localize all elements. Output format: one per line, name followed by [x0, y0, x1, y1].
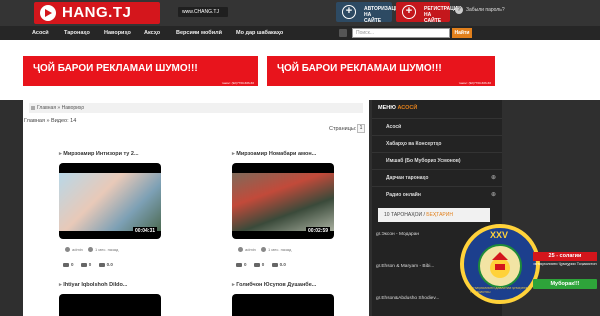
independence-emblem[interactable]: XXV ИСТИҚЛОЛИЯТИ ДАВЛАТИИ ҶУМҲУРИИ ТОҶИК… [460, 224, 540, 304]
coat-of-arms-icon [478, 244, 522, 288]
views-count: Главная » Видео: 14 [24, 118, 77, 124]
anniversary-title: 25 - солагии [533, 252, 597, 261]
video-thumbnail[interactable]: 00:04:31 [59, 163, 161, 239]
eye-icon [63, 262, 69, 267]
ad-band: ҶОЙ БАРОИ РЕКЛАМАИ ШУМО!!! тамос: (92)77… [0, 40, 600, 100]
sidebar-item-radio[interactable]: Радио онлайн ⊕ [372, 186, 502, 203]
nav-item-home[interactable]: Асосӣ [32, 26, 49, 40]
video-duration: 00:02:59 [305, 227, 330, 235]
video-title[interactable]: Мирзоамир Интизори ту 2... [59, 151, 138, 157]
search-button[interactable]: Найти [452, 28, 472, 38]
sidebar-item-label: Имшаб (Бо Мубориз Усмонов) [386, 158, 461, 164]
video-title[interactable]: Мирзоамир Номабари амон... [232, 151, 316, 157]
clock-icon [88, 247, 94, 253]
video-thumbnail[interactable]: 00:02:59 [232, 163, 334, 239]
sidebar-item-label: Дарчаи таронаҳо [386, 175, 429, 181]
register-button[interactable]: + РЕГИСТРАЦИЯ НА САЙТЕ [396, 2, 461, 24]
rating-value: 0.0 [279, 262, 286, 267]
comments-value: 0 [88, 262, 92, 267]
rating-icon [98, 262, 105, 267]
nav-item-photos[interactable]: Аксҳо [144, 26, 160, 40]
ad-contact: тамос: (92)7760-666-66 [458, 81, 491, 85]
sidebar-item-label: Радио онлайн [386, 192, 421, 198]
plus-icon: + [402, 5, 416, 19]
video-stats: 0 0 0.0 [236, 262, 292, 267]
nav-item-mobile[interactable]: Версияи мобилӣ [176, 26, 222, 40]
rss-icon[interactable] [339, 29, 347, 37]
sidebar-item-home[interactable]: Асосӣ [372, 118, 502, 135]
emblem-ring-text: ИСТИҚЛОЛИЯТИ ДАВЛАТИИ ҶУМҲУРИИ ТОҶИКИСТО… [470, 286, 529, 294]
views-value: 0 [71, 262, 74, 267]
video-date: 1 мес. назад [95, 247, 119, 252]
anniversary-congrats: Муборак!!! [533, 279, 597, 289]
video-meta: admin 1 мес. назад [238, 247, 292, 253]
plus-icon: + [342, 5, 356, 19]
video-duration: 00:04:31 [132, 227, 157, 235]
page-number[interactable]: 1 [357, 124, 365, 133]
eye-icon [236, 262, 242, 267]
logo-text: HANG.TJ [62, 4, 132, 21]
emblem-number: XXV [490, 230, 509, 240]
video-author[interactable]: admin [72, 247, 83, 252]
comments-value: 0 [261, 262, 265, 267]
ad-banner-left[interactable]: ҶОЙ БАРОИ РЕКЛАМАИ ШУМО!!! тамос: (92)77… [23, 56, 258, 86]
play-logo-icon [40, 5, 56, 21]
anniversary-badge[interactable]: 25 - солагии истиқлолияти Ҷумҳурии Тоҷик… [533, 252, 597, 298]
sidebar-item-news[interactable]: Хабарҳо ва Консертҳо [372, 135, 502, 152]
pagination-label: Страницы: [329, 126, 357, 132]
sidebar-item-song-window[interactable]: Дарчаи таронаҳо ⊕ [372, 169, 502, 186]
sidebar-menu-heading: МЕНЮ АСОСӢ [372, 102, 502, 114]
rating-icon [271, 262, 278, 267]
main-nav: Асосӣ Таронаҳо Навориҳо Аксҳо Версияи мо… [0, 26, 600, 40]
video-stats: 0 0 0.0 [63, 262, 119, 267]
ad-text: ҶОЙ БАРОИ РЕКЛАМАИ ШУМО!!! [33, 63, 198, 74]
video-author[interactable]: admin [245, 247, 256, 252]
nav-item-songs[interactable]: Таронаҳо [64, 26, 90, 40]
question-icon: ? [455, 6, 463, 14]
tab-top-songs[interactable]: 10 ТАРОНАҲОИ / БЕҲТАРИН [378, 208, 490, 222]
video-meta: admin 1 мес. назад [65, 247, 119, 253]
tab-prefix: 10 ТАРОНАҲОИ / [384, 212, 427, 218]
menu-highlight: АСОСӢ [397, 105, 418, 111]
site-logo[interactable]: HANG.TJ [34, 2, 160, 24]
rating-value: 0.0 [106, 262, 113, 267]
site-url-badge[interactable]: www.CHANG.TJ [178, 7, 228, 17]
video-title[interactable]: Голибчон Юсупов Душанбе... [232, 282, 316, 288]
breadcrumb: Главная » Навориҳо [29, 103, 363, 113]
nav-item-social[interactable]: Мо дар шабакаҳо [236, 26, 283, 40]
comment-icon [253, 262, 260, 267]
sidebar-item-tonight[interactable]: Имшаб (Бо Мубориз Усмонов) [372, 152, 502, 169]
user-icon [238, 247, 243, 253]
search-input[interactable]: Поиск... [352, 28, 450, 38]
home-icon[interactable] [31, 106, 35, 110]
menu-prefix: МЕНЮ [378, 105, 396, 111]
nav-item-videos[interactable]: Навориҳо [104, 26, 131, 40]
anniversary-subtitle: истиқлолияти Ҷумҳурии Тоҷикистон [533, 262, 597, 266]
ad-banner-right[interactable]: ҶОЙ БАРОИ РЕКЛАМАИ ШУМО!!! тамос: (92)77… [267, 56, 495, 86]
ad-contact: тамос: (92)7760-666-66 [221, 81, 254, 85]
login-button[interactable]: + АВТОРИЗАЦИЯ НА САЙТЕ [336, 2, 402, 24]
video-title[interactable]: Ihtiyar Iqbolshoh Dildo... [59, 282, 127, 288]
video-thumbnail[interactable] [59, 294, 161, 316]
breadcrumb-text[interactable]: Главная » Навориҳо [37, 105, 84, 111]
main-content: Главная » Навориҳо Главная » Видео: 14 С… [23, 100, 369, 316]
site-header: HANG.TJ www.CHANG.TJ + АВТОРИЗАЦИЯ НА СА… [0, 0, 600, 26]
video-preview-image [232, 173, 334, 231]
forgot-password-link[interactable]: Забыли пароль? [466, 7, 505, 13]
expand-icon[interactable]: ⊕ [491, 187, 496, 203]
views-value: 0 [244, 262, 247, 267]
clock-icon [261, 247, 267, 253]
ad-text: ҶОЙ БАРОИ РЕКЛАМАИ ШУМО!!! [277, 63, 442, 74]
sidebar-item-label: Асосӣ [386, 124, 402, 130]
user-icon [65, 247, 70, 253]
expand-icon[interactable]: ⊕ [491, 170, 496, 186]
comment-icon [80, 262, 87, 267]
sidebar-item-label: Хабарҳо ва Консертҳо [386, 141, 442, 147]
video-thumbnail[interactable] [232, 294, 334, 316]
video-preview-image [59, 173, 161, 231]
video-date: 1 мес. назад [268, 247, 292, 252]
tab-highlight: БЕҲТАРИН [426, 212, 453, 218]
